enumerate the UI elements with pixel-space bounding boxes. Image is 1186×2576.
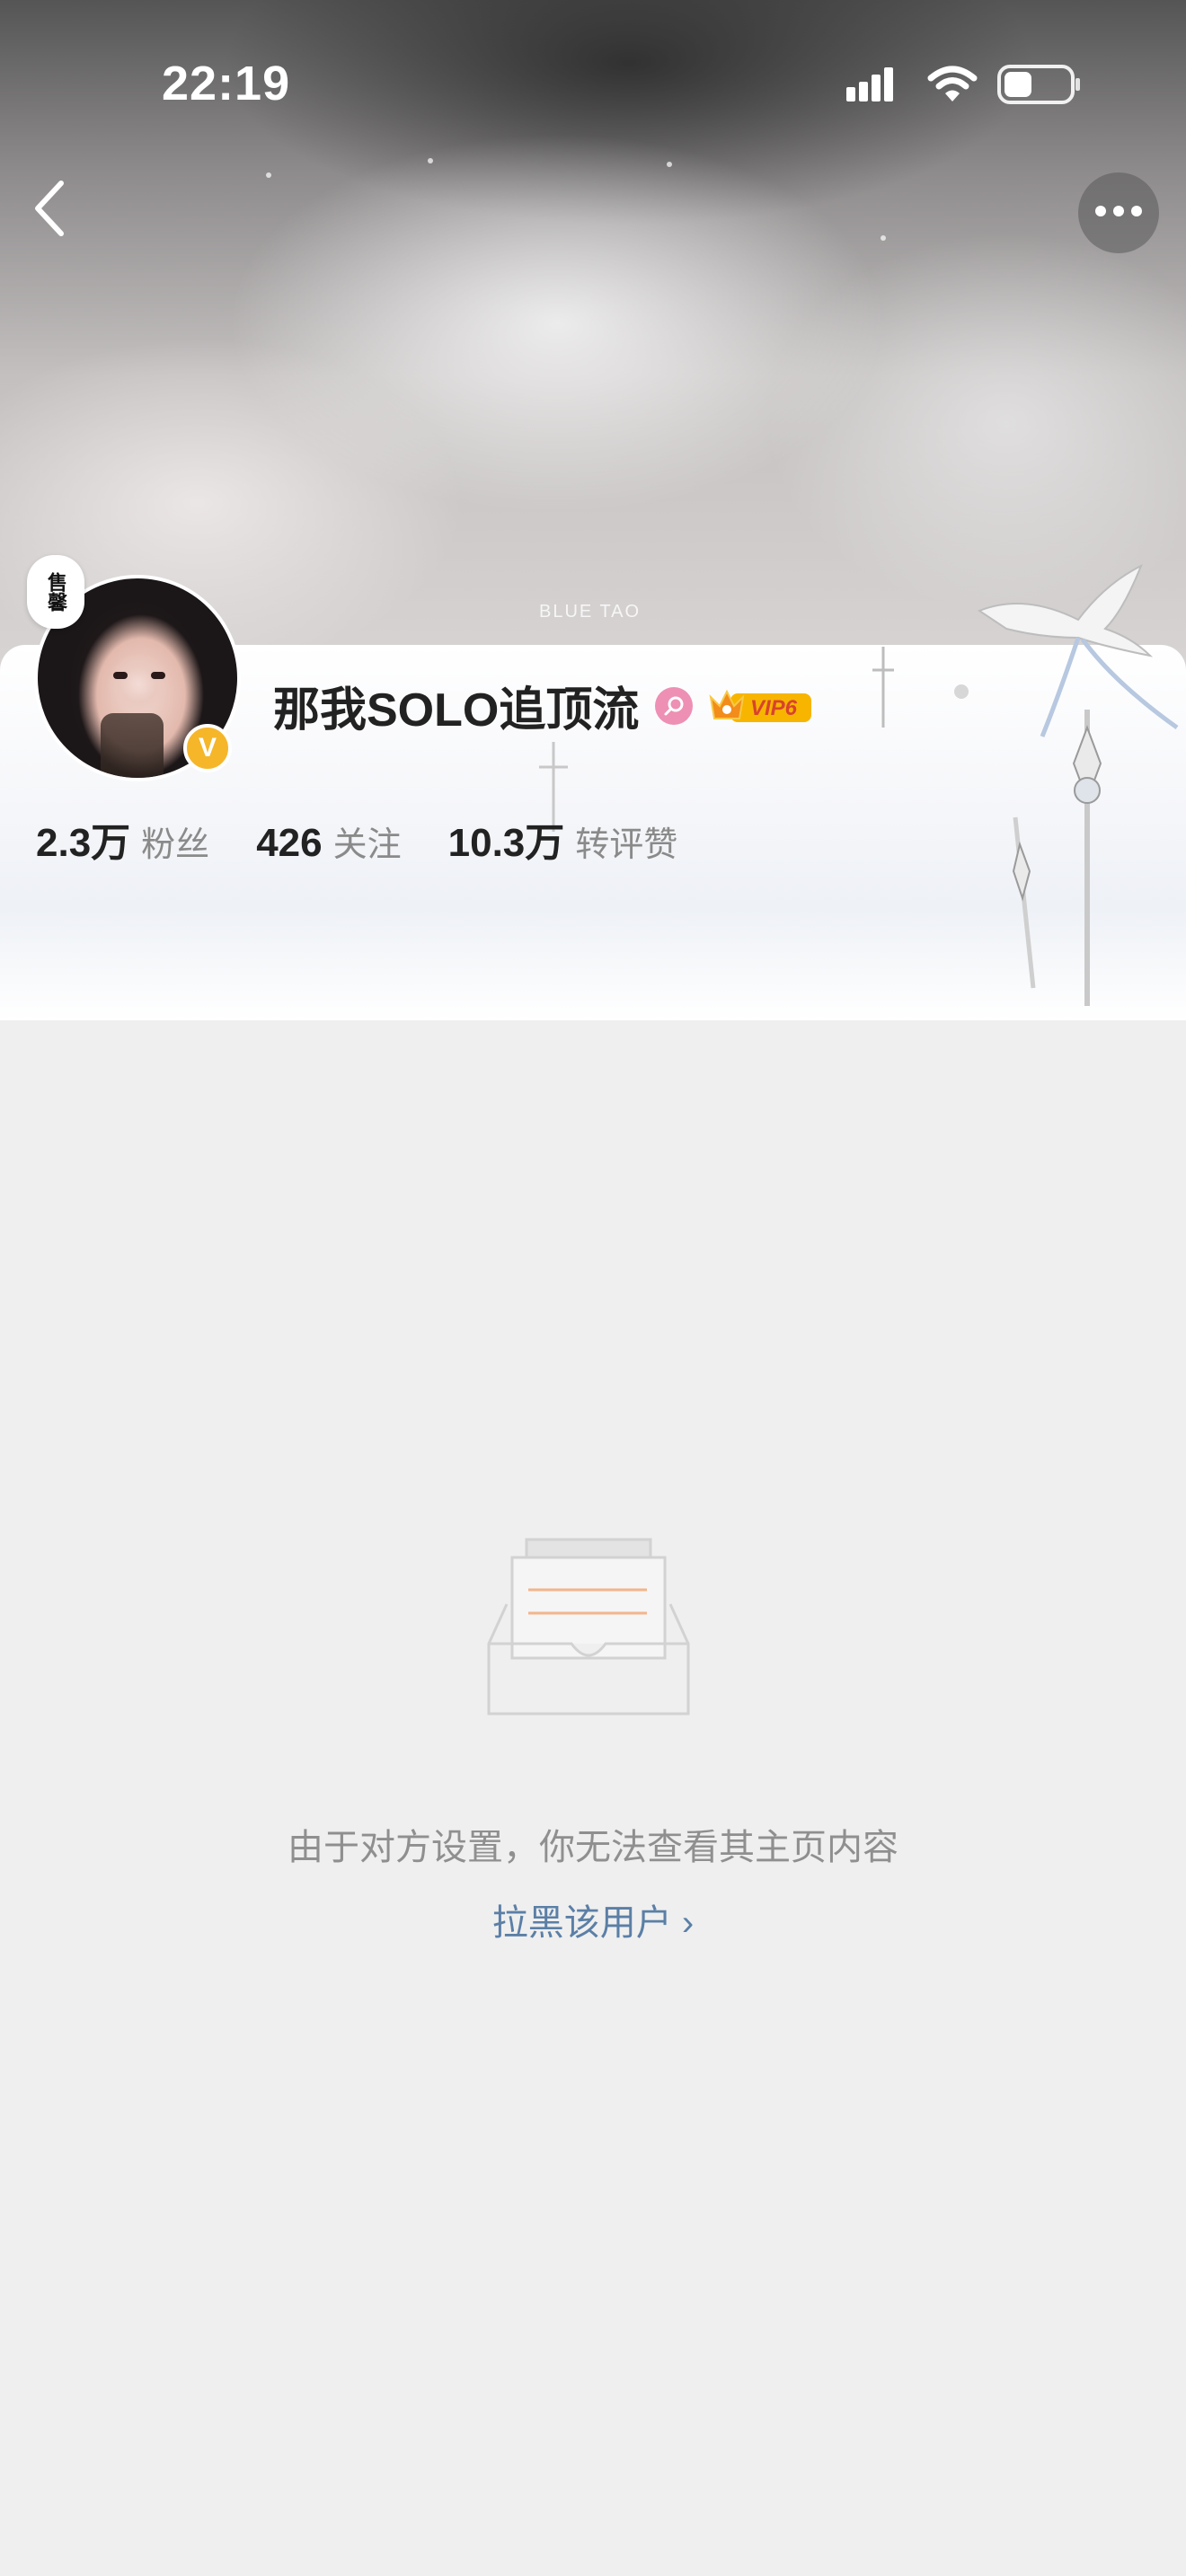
more-horizontal-icon <box>1094 205 1143 222</box>
verified-badge: V <box>183 724 232 772</box>
banner-sparkle <box>266 172 271 178</box>
stat-value: 10.3万 <box>447 821 565 865</box>
banner-caption: BLUE TAO <box>539 602 642 622</box>
stat-value: 426 <box>256 821 323 865</box>
sparkle-cross-icon <box>872 647 894 728</box>
banner-sparkle <box>881 235 886 241</box>
female-icon <box>655 686 694 725</box>
stat-label: 转评赞 <box>575 826 678 864</box>
empty-inbox-icon <box>487 1538 690 1716</box>
battery-icon <box>997 65 1082 109</box>
signal-icon <box>846 66 907 108</box>
avatar-detail <box>101 713 164 778</box>
more-button[interactable] <box>1078 172 1159 253</box>
profile-stats: 2.3万 粉丝 426 关注 10.3万 转评赞 <box>36 810 724 868</box>
profile-tag-label: 售馨 <box>45 572 67 612</box>
avatar-detail <box>113 672 128 679</box>
stat-value: 2.3万 <box>36 821 131 865</box>
chevron-left-icon <box>31 180 66 242</box>
stat-followers[interactable]: 2.3万 粉丝 <box>36 810 209 868</box>
username-row: 那我SOLO追顶流 VIP6 <box>273 672 813 739</box>
stat-label: 粉丝 <box>141 826 210 864</box>
banner-sparkle <box>428 158 433 163</box>
back-button[interactable] <box>20 176 77 244</box>
vip-badge[interactable]: VIP6 <box>709 685 813 727</box>
avatar-detail <box>151 672 165 679</box>
status-time: 22:19 <box>162 57 291 110</box>
stat-label: 关注 <box>332 826 402 864</box>
status-icons <box>846 65 1082 109</box>
username: 那我SOLO追顶流 <box>273 684 640 737</box>
profile-tag: 售馨 <box>27 555 84 629</box>
decorative-ornament-icon <box>977 563 1179 1006</box>
wifi-icon <box>927 66 978 108</box>
empty-state-message: 由于对方设置，你无法查看其主页内容 <box>288 1828 898 1867</box>
vip-label: VIP6 <box>750 696 798 720</box>
stat-following[interactable]: 426 关注 <box>256 816 401 866</box>
sparkle-dot <box>954 684 969 699</box>
stat-engagement[interactable]: 10.3万 转评赞 <box>448 810 678 868</box>
block-user-link[interactable]: 拉黑该用户 › <box>0 1893 1186 1945</box>
banner-sparkle <box>667 162 672 167</box>
